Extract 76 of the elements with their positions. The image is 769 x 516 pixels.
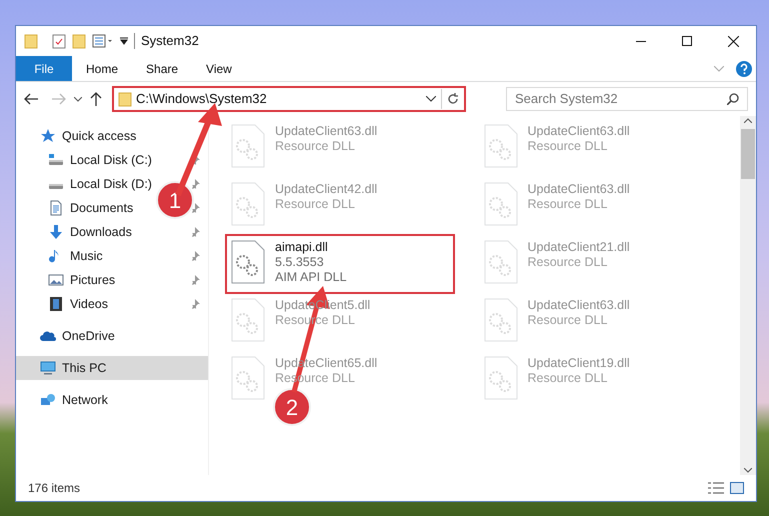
dll-file-icon: [231, 124, 265, 168]
nav-item[interactable]: OneDrive: [62, 326, 115, 346]
network-icon: [40, 392, 56, 408]
drive-icon: [49, 154, 63, 165]
up-arrow-icon[interactable]: [90, 92, 102, 106]
refresh-icon[interactable]: [447, 93, 459, 105]
item-count: 176 items: [28, 480, 82, 497]
ribbon-tab[interactable]: View: [192, 56, 246, 81]
dll-file-icon: [231, 298, 265, 342]
chevron-down-icon[interactable]: [74, 96, 82, 102]
dll-file-icon: [484, 356, 518, 400]
nav-item[interactable]: Network: [62, 390, 108, 410]
back-arrow-icon[interactable]: [24, 93, 38, 105]
file-name[interactable]: aimapi.dll: [275, 240, 328, 255]
pin-icon: [190, 275, 200, 285]
dll-file-icon: [484, 124, 518, 168]
file-detail: Resource DLL: [528, 255, 608, 270]
maximize-icon: [682, 36, 692, 46]
scrollbar-thumb[interactable]: [741, 129, 755, 179]
checklist-icon[interactable]: [52, 33, 66, 49]
file-detail: AIM API DLL: [275, 270, 347, 285]
details-view-icon[interactable]: [708, 482, 724, 494]
pin-icon: [190, 203, 200, 213]
minimize-icon: [636, 40, 646, 42]
search-field[interactable]: Search System32: [506, 87, 748, 111]
nav-item[interactable]: Pictures: [70, 270, 116, 290]
properties-icon[interactable]: [92, 34, 114, 48]
address-bar[interactable]: C:\Windows\System32: [112, 86, 466, 112]
nav-item[interactable]: Videos: [70, 294, 108, 314]
search-icon: [727, 93, 739, 105]
folder-icon: [118, 91, 132, 107]
dropdown-caret-icon[interactable]: [120, 37, 128, 45]
scrollbar[interactable]: [740, 116, 756, 475]
drive-icon: [49, 184, 63, 189]
close-icon: [728, 36, 738, 46]
address-path: C:\Windows\System32: [136, 90, 268, 108]
pin-icon: [190, 251, 200, 261]
thumbnail-view-icon[interactable]: [730, 482, 744, 494]
nav-item[interactable]: Local Disk (C:): [70, 150, 152, 170]
dll-file-icon: [231, 356, 265, 400]
file-detail: Resource DLL: [528, 313, 608, 328]
file-detail: 5.5.3553: [275, 255, 324, 270]
dll-file-icon: [484, 240, 518, 284]
ribbon-tab[interactable]: Home: [72, 56, 132, 81]
scroll-down-icon[interactable]: [744, 468, 752, 473]
nav-item[interactable]: This PC: [62, 358, 106, 378]
help-icon[interactable]: [736, 60, 752, 76]
file-detail: Resource DLL: [528, 139, 608, 154]
star-icon: [40, 128, 56, 144]
pin-icon: [190, 179, 200, 189]
nav-item[interactable]: Downloads: [70, 222, 132, 242]
search-input[interactable]: Search System32: [515, 89, 727, 109]
picture-icon: [48, 272, 64, 288]
file-detail: Resource DLL: [528, 197, 608, 212]
download-arrow-icon: [48, 224, 64, 240]
file-detail: Resource DLL: [528, 371, 608, 386]
window-title: System32: [141, 32, 200, 50]
ribbon-tab[interactable]: Share: [132, 56, 192, 81]
pin-icon: [190, 299, 200, 309]
dll-file-icon: [231, 182, 265, 226]
nav-item[interactable]: Documents: [70, 198, 134, 218]
dll-file-icon: [231, 240, 265, 284]
pin-icon: [190, 227, 200, 237]
dll-file-icon: [484, 182, 518, 226]
nav-item[interactable]: Quick access: [62, 126, 136, 146]
chevron-down-icon[interactable]: [426, 96, 436, 102]
scroll-up-icon[interactable]: [744, 118, 752, 123]
document-icon: [48, 200, 64, 216]
file-detail: Resource DLL: [275, 197, 355, 212]
dll-file-icon: [484, 298, 518, 342]
film-icon: [48, 296, 64, 312]
file-detail: Resource DLL: [275, 139, 355, 154]
file-tab[interactable]: File: [16, 56, 72, 81]
monitor-icon: [40, 360, 56, 376]
nav-item[interactable]: Music: [70, 246, 103, 266]
nav-item[interactable]: Local Disk (D:): [70, 174, 152, 194]
